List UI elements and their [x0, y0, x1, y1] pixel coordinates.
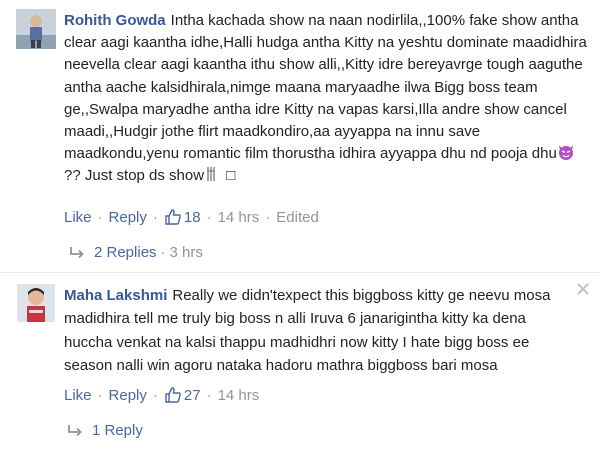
avatar[interactable] — [16, 9, 56, 49]
thumbs-up-icon — [165, 209, 181, 225]
replies-link[interactable]: 1 Reply — [92, 422, 143, 439]
separator-dot: · — [206, 386, 212, 404]
replies-toggle[interactable]: 2 Replies · 3 hrs — [68, 244, 203, 261]
like-count[interactable]: 18 — [164, 208, 201, 226]
close-icon[interactable] — [576, 282, 590, 296]
comment-author[interactable]: Rohith Gowda — [64, 12, 166, 29]
avatar[interactable] — [17, 284, 55, 322]
comment-body: Maha Lakshmi Really we didn'texpect this … — [64, 284, 569, 377]
like-count-value: 18 — [183, 208, 201, 226]
replies-link[interactable]: 2 Replies — [94, 244, 157, 261]
separator-dot: · — [152, 386, 158, 404]
comment-text-tail: ?? Just stop ds show — [64, 167, 205, 185]
like-count[interactable]: 27 — [164, 386, 201, 404]
reply-arrow-icon — [68, 424, 82, 436]
separator-dot: · — [160, 244, 166, 261]
comment-body: Rohith Gowda Intha kachada show na naan n… — [64, 10, 594, 188]
comment-text: Intha kachada show na naan nodirlila,,10… — [64, 12, 587, 163]
comment-time[interactable]: 14 hrs — [218, 209, 260, 226]
replies-time: 3 hrs — [169, 244, 203, 261]
comment-actions: Like · Reply · 18 · 14 hrs · Edited — [64, 208, 319, 226]
reply-arrow-icon — [70, 246, 84, 258]
reply-button[interactable]: Reply — [109, 209, 147, 226]
comment-actions: Like · Reply · 27 · 14 hrs — [64, 386, 259, 404]
replies-toggle[interactable]: 1 Reply — [66, 422, 143, 439]
separator-dot: · — [206, 208, 212, 226]
separator-dot: · — [97, 208, 103, 226]
unrendered-glyph: □ — [226, 167, 236, 185]
comment-author[interactable]: Maha Lakshmi — [64, 287, 167, 304]
separator-dot: · — [97, 386, 103, 404]
edited-label[interactable]: Edited — [276, 209, 319, 226]
like-button[interactable]: Like — [64, 387, 92, 404]
separator-dot: · — [265, 208, 271, 226]
reply-button[interactable]: Reply — [109, 387, 147, 404]
like-count-value: 27 — [183, 386, 201, 404]
like-button[interactable]: Like — [64, 209, 92, 226]
thumbs-up-icon — [165, 387, 181, 403]
comment-time[interactable]: 14 hrs — [218, 387, 260, 404]
devil-emoji-icon — [557, 143, 575, 161]
separator-dot: · — [152, 208, 158, 226]
comment-divider — [0, 272, 600, 273]
scissors-emoji-icon — [204, 165, 222, 183]
